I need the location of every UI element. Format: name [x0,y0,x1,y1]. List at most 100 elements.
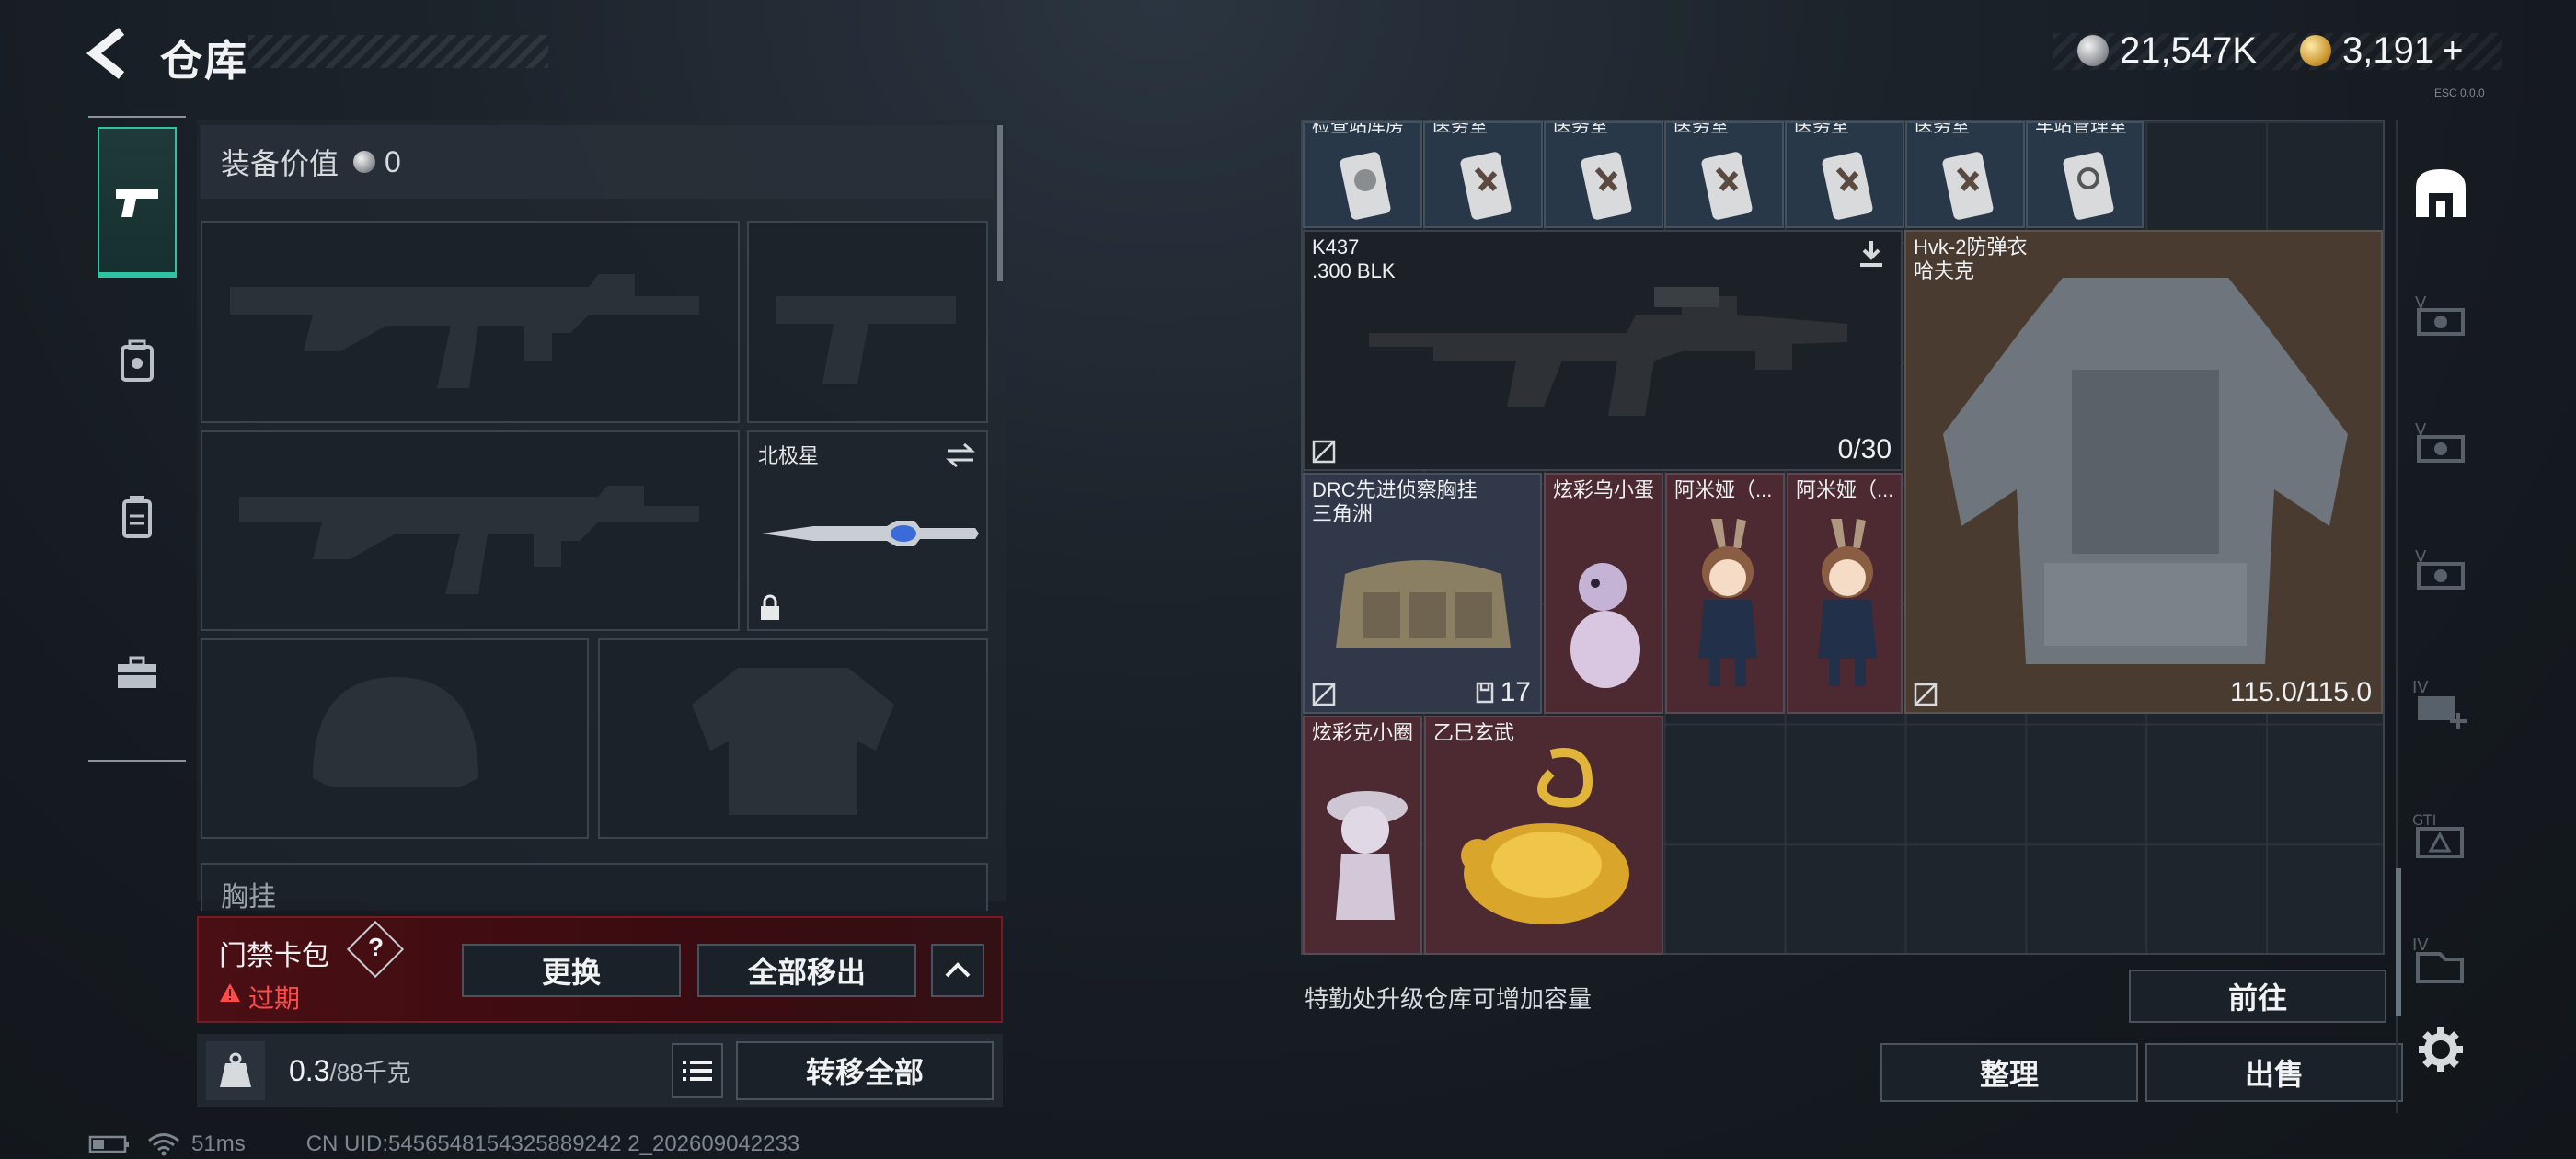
rail-storage-v1[interactable]: V [2409,283,2473,348]
gear-icon [2419,1027,2463,1072]
collectible-egg-item[interactable]: 炫彩乌小蛋 [1544,473,1663,714]
storage-scrollbar[interactable] [2396,868,2401,1016]
key-item[interactable]: 车站管理室 [2026,121,2144,228]
gold-currency[interactable]: 3,191 + [2300,28,2463,74]
knife-icon [762,521,979,546]
storage-upgrade-hint: 特勤处升级仓库可增加容量 [1305,985,1593,1013]
ammo-count: 0/30 [1837,434,1892,465]
remove-all-button[interactable]: 全部移出 [697,944,916,997]
pistol-icon [116,189,158,217]
no-insure-icon [1312,683,1336,706]
chest-rig-item-icon [1336,560,1511,648]
sort-button[interactable]: 整理 [1880,1043,2138,1102]
sidebar-top-line [88,116,186,118]
amiya-figure-item[interactable]: 阿米娅（... [1665,473,1785,714]
tab-weapons[interactable] [98,127,177,278]
primary-weapon-slot[interactable] [201,221,740,423]
rig-capacity: 17 [1475,677,1531,708]
silver-coin-icon [353,151,376,173]
weight-bar: 0.3/88千克 转移全部 [197,1034,1003,1107]
tab-case[interactable] [98,598,177,749]
sidebar-bottom-line [88,760,186,762]
version-text: ESC 0.0.0 [2434,86,2485,99]
weight-icon-box [206,1041,265,1100]
add-gold-icon[interactable]: + [2442,30,2463,72]
gold-coin-icon [2300,35,2331,66]
ping-text: 51ms [191,1131,246,1156]
rail-storage-add[interactable]: IV [2409,671,2473,736]
rifle-icon [1369,287,1847,416]
melee-slot[interactable]: 北极星 [747,430,988,631]
uid-text: CN UID:5456548154325889242 2_20260904223… [305,1131,800,1156]
back-button[interactable] [85,26,134,81]
lock-icon [761,594,779,620]
k437-rifle-item[interactable]: K437 .300 BLK 0/30 [1303,230,1903,471]
chest-rig-slot[interactable]: 胸挂 [201,863,988,911]
item-name: DRC先进侦察胸挂 [1312,478,1478,501]
amiya-figure-item[interactable]: 阿米娅（... [1787,473,1903,714]
page-title: 仓库 [160,37,248,85]
keycard-icon [1340,152,1391,220]
armor-vest-icon [1943,278,2348,664]
warehouse-icon [2416,169,2466,217]
list-view-button[interactable] [672,1043,723,1098]
secondary-weapon-slot[interactable] [201,430,740,631]
rail-storage-iv[interactable]: IV [2409,929,2473,993]
armor-slot[interactable] [598,638,988,839]
goto-button[interactable]: 前往 [2129,970,2386,1023]
armor-durability: 115.0/115.0 [2229,677,2372,707]
svg-text:IV: IV [2412,935,2429,955]
backpack-icon [121,339,154,382]
weight-readout: 0.3/88千克 [289,1054,411,1088]
swap-icon[interactable] [944,442,977,469]
item-name: 炫彩乌小蛋 [1553,478,1655,501]
keycard-icon [1701,152,1753,220]
tab-chest-rig[interactable] [98,442,177,592]
key-row: 检查站库房 医务室 医务室 医务室 医务室 医务室 车站管理室 [1303,121,2144,228]
storage-v-icon: V [2415,420,2465,463]
rail-storage-v3[interactable]: V [2409,537,2473,602]
rig-count: 17 [1500,677,1531,707]
silver-amount: 21,547K [2120,29,2258,71]
figurine-icon [1327,791,1408,920]
silver-currency: 21,547K [2077,28,2257,74]
figurine-icon [1570,563,1640,688]
transfer-all-button[interactable]: 转移全部 [736,1041,994,1100]
helmet-slot[interactable] [201,638,589,839]
drc-chest-rig-item[interactable]: DRC先进侦察胸挂 三角洲 17 [1303,473,1542,714]
no-insure-icon [1914,683,1938,706]
rail-storage-v2[interactable]: V [2409,410,2473,475]
equipment-scrollbar[interactable] [997,125,1003,281]
help-icon[interactable]: ? [368,933,384,962]
silver-coin-icon [2077,35,2109,66]
sell-button[interactable]: 出售 [2145,1043,2403,1102]
rail-all-storage[interactable] [2409,160,2473,224]
key-item[interactable]: 医务室 [1785,121,1904,228]
golden-xuanwu-item[interactable]: 乙巳玄武 [1424,716,1663,955]
no-insure-icon [1312,440,1336,464]
key-item[interactable]: 医务室 [1544,121,1663,228]
hvk2-armor-item[interactable]: Hvk-2防弹衣 哈夫克 115.0/115.0 [1904,230,2383,714]
rifle-silhouette-icon [230,274,699,388]
melee-name: 北极星 [758,444,820,467]
item-name: 阿米娅（... [1796,478,1894,501]
key-item[interactable]: 检查站库房 [1303,121,1422,228]
battery-icon [88,1135,129,1153]
card-bag-status: 过期 [248,984,301,1013]
figurine-icon [1698,519,1757,686]
collectible-circle-item[interactable]: 炫彩克小圈 [1303,716,1422,955]
pistol-slot[interactable] [747,221,988,423]
key-item[interactable]: 医务室 [1423,121,1543,228]
storage-v-icon: V [2415,547,2465,590]
tab-backpack[interactable] [98,285,177,436]
expand-button[interactable] [931,944,984,997]
replace-button[interactable]: 更换 [462,944,681,997]
item-name: Hvk-2防弹衣 [1914,235,2028,258]
key-item[interactable]: 医务室 [1905,121,2025,228]
svg-text:IV: IV [2412,678,2429,697]
helmet-silhouette-icon [313,677,478,787]
golden-statue-icon [1461,748,1629,924]
key-item[interactable]: 医务室 [1664,121,1784,228]
settings-button[interactable] [2409,1017,2473,1082]
rail-storage-gti[interactable]: GTI [2409,804,2473,868]
